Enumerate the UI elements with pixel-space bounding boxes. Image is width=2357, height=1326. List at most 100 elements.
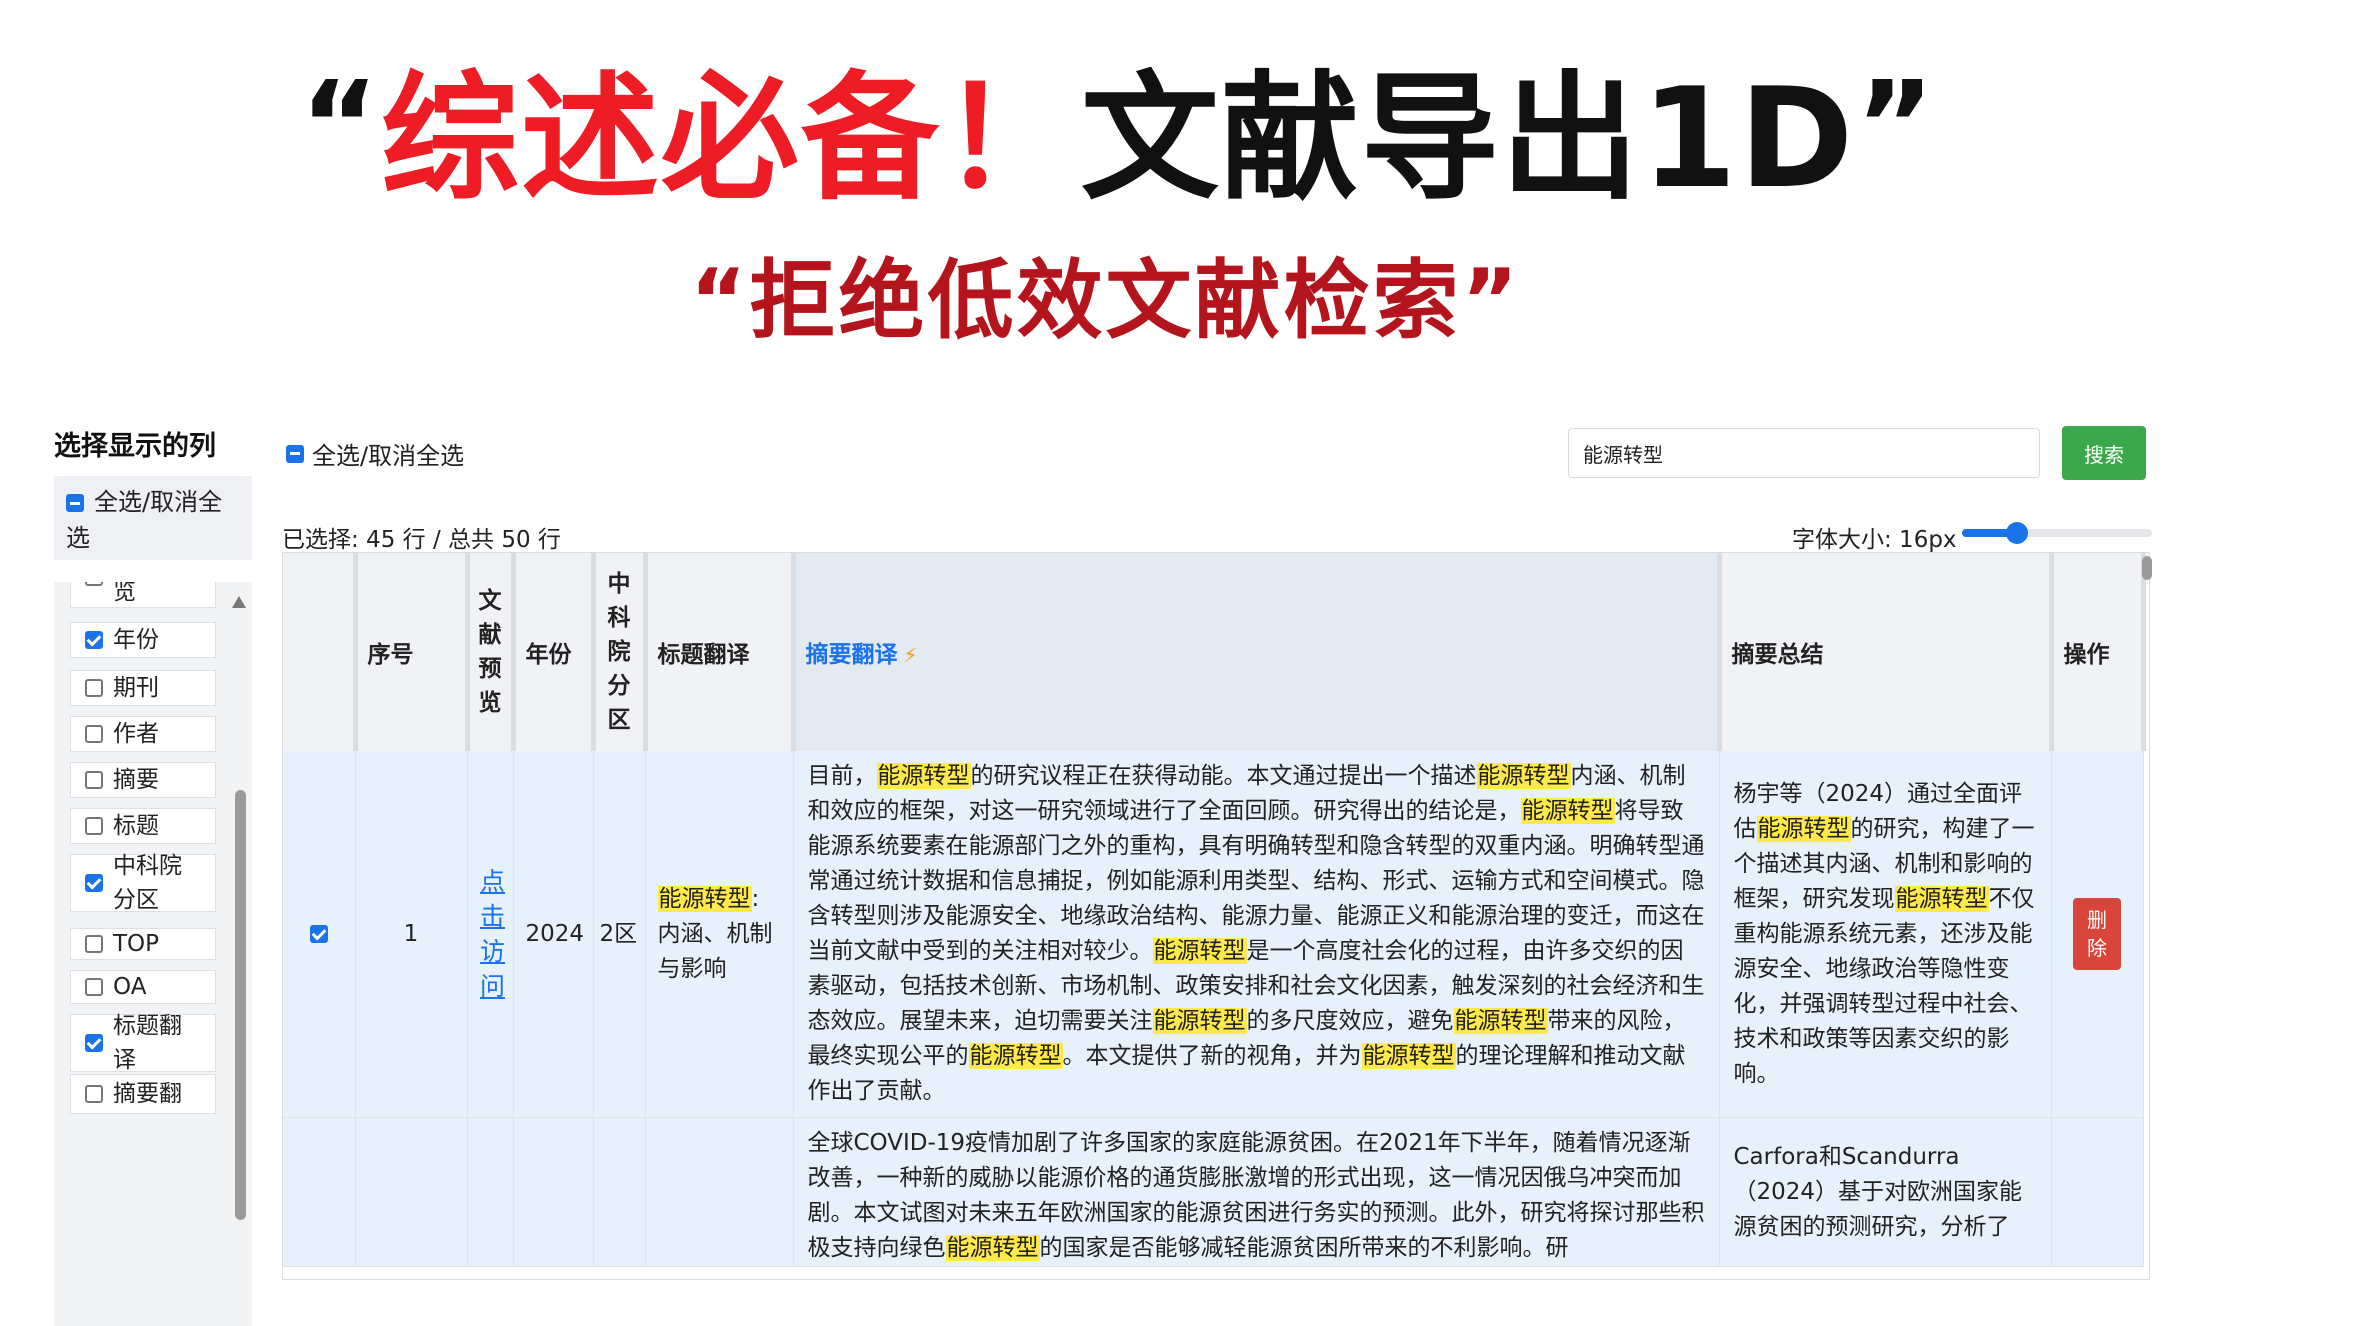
search-highlight: 能源转型	[876, 763, 971, 789]
table-select-all-label: 全选/取消全选	[312, 442, 465, 470]
search-highlight: 能源转型	[968, 1043, 1063, 1069]
sidebar-item-label: 作者	[113, 721, 159, 747]
headline-open-quote: “	[300, 56, 381, 196]
row-year	[513, 1117, 594, 1267]
sidebar-item-label: 中科院 分区	[113, 853, 182, 913]
headline-banner: “ 综述必备！ 文献导出1D ”	[300, 36, 2000, 220]
row-index: 1	[355, 751, 468, 1118]
header-abstract-translation-label: 摘要翻译	[805, 642, 898, 668]
selection-count: 已选择: 45 行 / 总共 50 行	[282, 527, 561, 553]
row-title-translation	[645, 1117, 794, 1267]
lightning-icon: ⚡	[903, 643, 918, 667]
sidebar-select-all-checkbox[interactable]	[66, 494, 84, 512]
sidebar-item[interactable]: 年份	[70, 622, 216, 658]
search-highlight: 能源转型	[1361, 1043, 1456, 1069]
header-title-translation[interactable]: 标题翻译	[645, 553, 796, 751]
table-row[interactable]: 全球COVID-19疫情加剧了许多国家的家庭能源贫困。在2021年下半年，随着情…	[283, 1117, 2144, 1267]
search-input[interactable]	[1568, 428, 2040, 478]
row-summary: 杨宇等（2024）通过全面评估能源转型的研究，构建了一个描述其内涵、机制和影响的…	[1719, 751, 2052, 1118]
font-size-slider[interactable]	[1962, 522, 2152, 544]
header-abstract-translation[interactable]: 摘要翻译 ⚡	[793, 553, 1722, 751]
results-table: 序号 文献预览 年份 中科院分区 标题翻译 摘要翻译 ⚡ 摘要总结 操作 1 点击访…	[282, 552, 2150, 1280]
font-size-label: 字体大小: 16px	[1792, 527, 1957, 553]
row-abstract-translation: 目前，能源转型的研究议程正在获得动能。本文通过提出一个描述能源转型内涵、机制和效…	[793, 751, 1720, 1118]
sidebar-item[interactable]: 中科院 分区	[70, 853, 216, 913]
sidebar-item-checkbox[interactable]	[85, 725, 103, 743]
search-highlight: 能源转型	[1453, 1008, 1548, 1034]
sidebar-item[interactable]: 标题	[70, 808, 216, 844]
sidebar-item-checkbox[interactable]	[85, 679, 103, 697]
row-preview: 点击访问	[467, 751, 514, 1118]
row-checkbox-cell[interactable]	[283, 1117, 356, 1267]
sidebar-item[interactable]: 作者	[70, 716, 216, 752]
row-preview	[467, 1117, 514, 1267]
sidebar-item-label: 摘要翻	[113, 1081, 182, 1107]
row-abstract-translation: 全球COVID-19疫情加剧了许多国家的家庭能源贫困。在2021年下半年，随着情…	[793, 1117, 1720, 1267]
sidebar-item-checkbox[interactable]	[85, 817, 103, 835]
header-cas-zone[interactable]: 中科院分区	[593, 553, 648, 751]
sidebar-item-label: 标题翻 译	[113, 1013, 182, 1073]
sidebar-item-label: 期刊	[113, 675, 159, 701]
table-scrollbar-thumb[interactable]	[2142, 556, 2152, 580]
row-action	[2051, 1117, 2144, 1267]
row-cas-zone: 2区	[593, 751, 646, 1118]
search-highlight: 能源转型	[1520, 798, 1615, 824]
sidebar-title: 选择显示的列	[54, 431, 216, 462]
header-preview[interactable]: 文献预览	[467, 553, 516, 751]
header-action: 操作	[2051, 553, 2146, 751]
sidebar-item[interactable]: 标题翻 译	[70, 1013, 216, 1073]
sidebar-item-label: 览	[113, 582, 136, 605]
table-select-all-checkbox[interactable]	[286, 444, 304, 463]
sidebar-select-all-label: 全选/取消全选	[66, 488, 223, 552]
row-checkbox[interactable]	[309, 925, 328, 943]
header-checkbox-col	[283, 553, 358, 751]
sidebar-item-checkbox[interactable]	[85, 874, 103, 892]
search-highlight: 能源转型	[1152, 1008, 1247, 1034]
delete-row-button[interactable]: 删除	[2073, 898, 2121, 970]
sidebar-item-checkbox[interactable]	[85, 1034, 103, 1052]
search-highlight: 能源转型	[1894, 885, 1989, 912]
header-year[interactable]: 年份	[513, 553, 596, 751]
headline-red-text: 综述必备！	[380, 58, 1081, 219]
headline-close-quote: ”	[1855, 56, 1937, 196]
sidebar-item-checkbox[interactable]	[85, 935, 103, 953]
sidebar-item[interactable]: 览	[70, 582, 216, 608]
search-highlight: 能源转型	[657, 885, 752, 912]
table-select-all[interactable]: 全选/取消全选	[286, 436, 464, 471]
row-year: 2024	[513, 751, 594, 1118]
sidebar-item-checkbox[interactable]	[85, 771, 103, 789]
sidebar-item[interactable]: TOP	[70, 928, 216, 960]
table-row[interactable]: 1 点击访问 2024 2区 能源转型: 内涵、机制与影响 目前，能源转型的研究议程正在获…	[283, 751, 2144, 1118]
font-size-slider-thumb[interactable]	[2006, 522, 2029, 544]
headline-black-text: 文献导出1D	[1080, 58, 1856, 219]
sidebar-item-label: 摘要	[113, 767, 159, 793]
row-index	[355, 1117, 468, 1267]
sidebar-item-checkbox[interactable]	[85, 582, 103, 586]
row-checkbox-cell[interactable]	[283, 751, 356, 1118]
sidebar-item[interactable]: 摘要	[70, 762, 216, 798]
sidebar-item-checkbox[interactable]	[85, 978, 103, 996]
search-highlight: 能源转型	[1756, 815, 1851, 842]
sidebar-item-label: 年份	[113, 627, 159, 653]
sidebar-item-checkbox[interactable]	[85, 631, 103, 649]
sidebar-item[interactable]: 期刊	[70, 670, 216, 706]
sidebar-select-all[interactable]: 全选/取消全选	[54, 476, 252, 560]
search-highlight: 能源转型	[1476, 763, 1571, 789]
row-summary: Carfora和Scandurra（2024）基于对欧洲国家能源贫困的预测研究，…	[1719, 1117, 2052, 1267]
header-summary[interactable]: 摘要总结	[1719, 553, 2054, 751]
sidebar-item[interactable]: OA	[70, 970, 216, 1004]
row-title-translation: 能源转型: 内涵、机制与影响	[645, 751, 794, 1118]
search-button[interactable]: 搜索	[2062, 426, 2146, 480]
sidebar-item[interactable]: 摘要翻	[70, 1074, 216, 1114]
sidebar-item-checkbox[interactable]	[85, 1085, 103, 1103]
sidebar-item-label: TOP	[113, 931, 160, 957]
search-highlight: 能源转型	[945, 1235, 1040, 1261]
sidebar-scroll-up-icon[interactable]	[232, 596, 246, 608]
search-highlight: 能源转型	[1152, 938, 1247, 964]
header-index[interactable]: 序号	[355, 553, 470, 751]
sidebar-scrollbar-thumb[interactable]	[235, 790, 246, 1220]
sidebar-item-label: 标题	[113, 813, 159, 839]
preview-link[interactable]: 点击访问	[480, 864, 506, 1004]
headline-subtitle: “拒绝低效文献检索”	[690, 250, 1522, 351]
sidebar-item-label: OA	[113, 974, 147, 1000]
